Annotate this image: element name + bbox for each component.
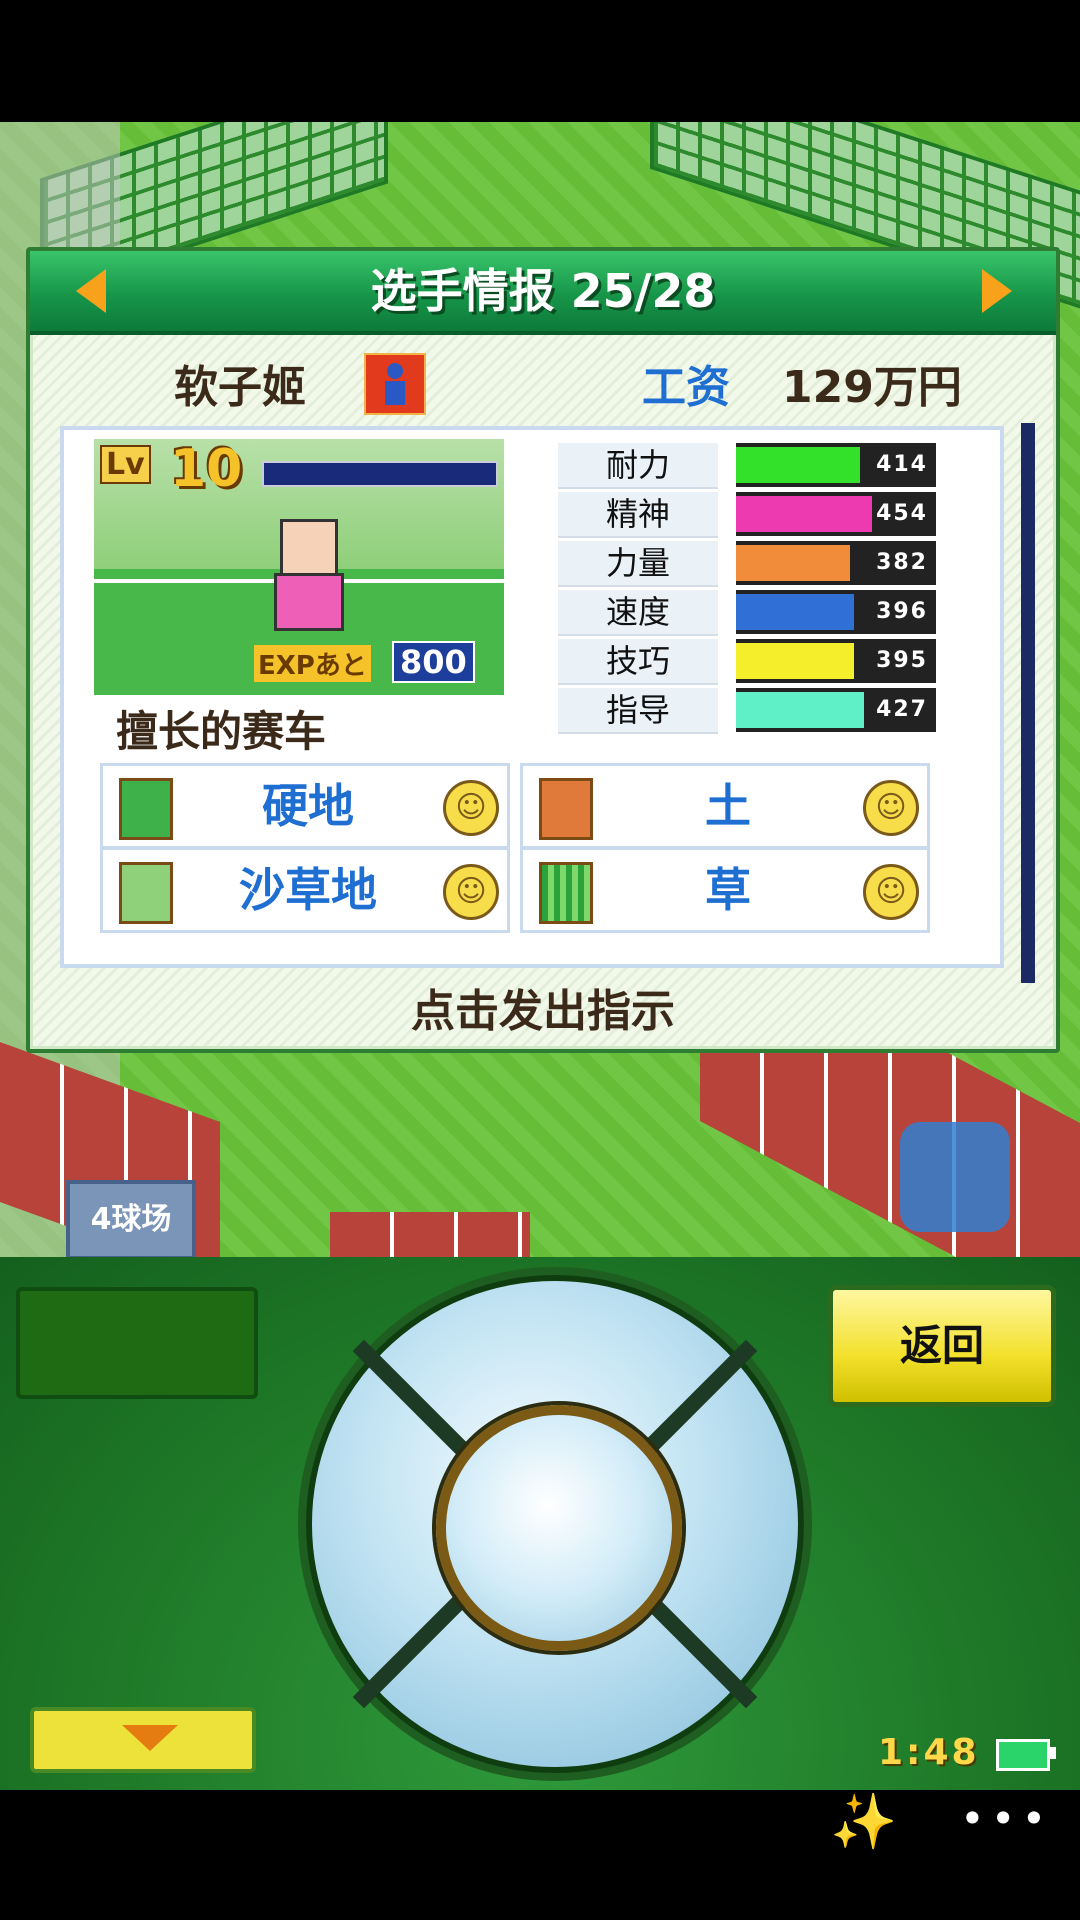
battery-tip xyxy=(1050,1747,1056,1759)
stat-bar-fill xyxy=(736,594,854,630)
stat-bar: 427 xyxy=(736,688,936,732)
level-label: Lv xyxy=(100,445,151,484)
panel-titlebar: 选手情报 25/28 xyxy=(30,251,1056,335)
stat-bar-fill xyxy=(736,692,864,728)
level-value: 10 xyxy=(170,439,243,499)
back-button[interactable]: 返回 xyxy=(828,1285,1056,1407)
stat-label: 精神 xyxy=(558,492,718,538)
hard-court-icon xyxy=(119,778,173,840)
tap-hint[interactable]: 点击发出指示 xyxy=(30,975,1056,1037)
player-info-panel: 选手情报 25/28 软子姬 工资 129万円 Lv 10 EXPあと 800 … xyxy=(26,247,1060,1053)
panel-title: 选手情报 25/28 xyxy=(370,264,716,318)
experience-bar xyxy=(262,461,498,487)
scrollbar[interactable] xyxy=(1021,423,1035,983)
court-name: 沙草地 xyxy=(239,863,377,917)
court-number-badge[interactable]: 4球场 xyxy=(66,1180,196,1260)
directional-pad[interactable] xyxy=(306,1275,804,1773)
court-grass[interactable]: 草 ☺ xyxy=(520,847,930,933)
stat-value: 382 xyxy=(876,550,928,575)
more-options-icon[interactable]: ••• xyxy=(960,1794,1052,1843)
smiley-icon: ☺ xyxy=(443,780,499,836)
dpad-center-button[interactable] xyxy=(436,1405,682,1651)
stat-value: 396 xyxy=(876,599,928,624)
running-track xyxy=(330,1212,530,1257)
stat-value: 454 xyxy=(876,501,928,526)
specialty-title: 擅长的赛车 xyxy=(116,707,327,756)
court-clay[interactable]: 土 ☺ xyxy=(520,763,930,849)
magic-wand-icon[interactable]: ✨ xyxy=(830,1790,897,1854)
stat-bar: 454 xyxy=(736,492,936,536)
stat-bar: 396 xyxy=(736,590,936,634)
stat-label: 技巧 xyxy=(558,639,718,685)
player-name: 软子姬 xyxy=(174,362,306,413)
court-name: 土 xyxy=(705,779,751,833)
player-sprite-head xyxy=(280,519,338,577)
tennis-players-sprite[interactable] xyxy=(900,1122,1010,1232)
stat-bar-fill xyxy=(736,545,850,581)
down-arrow-icon xyxy=(122,1725,178,1751)
player-sprite-body xyxy=(274,573,344,631)
exp-value: 800 xyxy=(392,641,475,683)
court-sand-grass[interactable]: 沙草地 ☺ xyxy=(100,847,510,933)
stat-bar: 395 xyxy=(736,639,936,683)
next-player-arrow-icon[interactable] xyxy=(982,269,1012,313)
salary-label: 工资 xyxy=(642,362,730,413)
salary-value: 129万円 xyxy=(782,362,962,413)
stat-label: 力量 xyxy=(558,541,718,587)
court-name: 硬地 xyxy=(262,779,354,833)
player-portrait-icon xyxy=(364,353,426,415)
controller-panel: 返回 1:48 xyxy=(0,1257,1080,1790)
court-hard[interactable]: 硬地 ☺ xyxy=(100,763,510,849)
clock: 1:48 xyxy=(878,1732,980,1773)
stat-bar-fill xyxy=(736,643,854,679)
smiley-icon: ☺ xyxy=(863,780,919,836)
battery-icon xyxy=(996,1739,1050,1771)
info-slot xyxy=(16,1287,258,1399)
stat-value: 427 xyxy=(876,697,928,722)
smiley-icon: ☺ xyxy=(863,864,919,920)
stat-bar-fill xyxy=(736,496,872,532)
stat-value: 395 xyxy=(876,648,928,673)
stat-label: 指导 xyxy=(558,688,718,734)
stat-bar: 382 xyxy=(736,541,936,585)
player-scene: Lv 10 EXPあと 800 xyxy=(94,439,504,695)
stat-label: 速度 xyxy=(558,590,718,636)
stat-bar: 414 xyxy=(736,443,936,487)
court-name: 草 xyxy=(705,863,751,917)
smiley-icon: ☺ xyxy=(443,864,499,920)
stat-label: 耐力 xyxy=(558,443,718,489)
scroll-down-button[interactable] xyxy=(30,1707,256,1773)
grass-court-icon xyxy=(539,862,593,924)
stat-bar-fill xyxy=(736,447,860,483)
previous-player-arrow-icon[interactable] xyxy=(76,269,106,313)
sand-grass-court-icon xyxy=(119,862,173,924)
exp-label: EXPあと xyxy=(254,645,371,682)
stat-value: 414 xyxy=(876,452,928,477)
clay-court-icon xyxy=(539,778,593,840)
